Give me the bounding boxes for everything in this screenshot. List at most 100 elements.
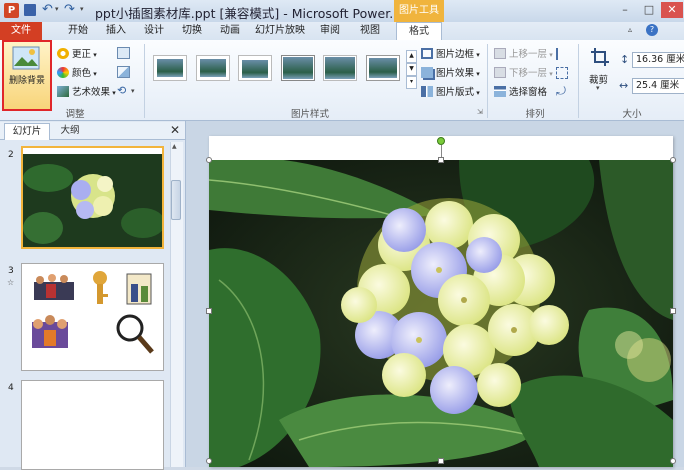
width-icon: ↔ xyxy=(619,79,629,92)
picture-tools-label: 图片工具 xyxy=(394,0,444,22)
group-separator xyxy=(487,44,488,118)
meeting-icon xyxy=(126,273,152,305)
color-label: 颜色 xyxy=(72,68,92,79)
styles-scroll-up-icon[interactable]: ▲ xyxy=(406,50,417,63)
resize-handle[interactable] xyxy=(206,458,212,464)
scroll-up-icon[interactable]: ▲ xyxy=(172,143,177,150)
close-button[interactable]: ✕ xyxy=(661,2,683,18)
rotate-handle[interactable] xyxy=(437,137,445,145)
resize-handle[interactable] xyxy=(670,157,676,163)
help-icon[interactable]: ? xyxy=(646,24,658,36)
picture-style-thumb[interactable] xyxy=(238,55,272,81)
tab-insert[interactable]: 插入 xyxy=(98,22,134,40)
picture-border-button[interactable]: 图片边框 ▾ xyxy=(421,47,480,63)
resize-handle[interactable] xyxy=(206,308,212,314)
tab-animations[interactable]: 动画 xyxy=(212,22,248,40)
tab-view[interactable]: 视图 xyxy=(352,22,388,40)
adjust-group-label: 调整 xyxy=(65,109,85,120)
tab-slideshow[interactable]: 幻灯片放映 xyxy=(252,22,308,40)
tab-design[interactable]: 设计 xyxy=(136,22,172,40)
group-separator xyxy=(578,44,579,118)
slide-thumbnail[interactable] xyxy=(21,146,164,249)
animation-star-icon: ☆ xyxy=(7,278,15,287)
reset-picture-dropdown-icon[interactable]: ▾ xyxy=(131,87,135,95)
send-backward-button[interactable]: 下移一层 ▾ xyxy=(494,66,553,82)
bring-forward-label: 上移一层 xyxy=(509,49,548,60)
customize-qat-icon[interactable]: ▾ xyxy=(80,5,84,13)
selection-pane-icon xyxy=(494,86,506,97)
tab-format[interactable]: 格式 xyxy=(396,22,442,42)
save-icon[interactable] xyxy=(24,4,36,16)
picture-styles-group-label: 图片样式 xyxy=(290,109,329,120)
slide-thumbnail[interactable] xyxy=(21,380,164,470)
corrections-label: 更正 xyxy=(72,49,92,60)
change-picture-icon[interactable] xyxy=(117,66,130,78)
group-people-icon xyxy=(32,315,68,348)
selection-pane-label: 选择窗格 xyxy=(509,87,548,98)
styles-more-icon[interactable]: ▾ xyxy=(406,76,417,89)
picture-border-icon xyxy=(421,48,433,59)
crop-icon xyxy=(590,47,610,67)
business-people-icon xyxy=(34,274,74,300)
redo-icon[interactable]: ↷ xyxy=(64,2,75,17)
tab-file[interactable]: 文件 xyxy=(0,22,42,40)
width-input[interactable]: 25.4 厘米 xyxy=(632,78,684,94)
resize-handle[interactable] xyxy=(670,308,676,314)
slide-number: 3 xyxy=(8,266,14,276)
send-backward-label: 下移一层 xyxy=(509,68,548,79)
tab-slides[interactable]: 幻灯片 xyxy=(4,123,50,140)
align-icon[interactable] xyxy=(556,48,570,60)
color-button[interactable]: 颜色 ▾ xyxy=(57,66,97,82)
tab-outline[interactable]: 大纲 xyxy=(50,123,90,139)
picture-style-thumb[interactable] xyxy=(366,55,400,81)
compress-pictures-icon[interactable] xyxy=(117,47,130,59)
resize-handle[interactable] xyxy=(206,157,212,163)
reset-picture-icon[interactable]: ⟲ xyxy=(117,85,130,97)
hydrangea-picture[interactable] xyxy=(209,160,673,467)
minimize-button[interactable]: – xyxy=(614,2,636,18)
rotate-icon[interactable]: ⤾ xyxy=(556,84,566,99)
picture-style-thumb[interactable] xyxy=(153,55,187,81)
window-title: ppt小插图素材库.ppt [兼容模式] - Microsoft Power..… xyxy=(95,6,402,21)
undo-dropdown-icon[interactable]: ▾ xyxy=(55,5,59,13)
bring-forward-button[interactable]: 上移一层 ▾ xyxy=(494,47,553,63)
picture-border-label: 图片边框 xyxy=(436,49,475,60)
artistic-effects-button[interactable]: 艺术效果 ▾ xyxy=(57,85,116,101)
app-icon[interactable]: P xyxy=(4,3,19,18)
arrange-group-label: 排列 xyxy=(525,109,545,120)
picture-style-thumb[interactable] xyxy=(281,55,315,81)
magnifier-icon xyxy=(116,314,154,354)
slide-thumbnail[interactable] xyxy=(21,263,164,371)
picture-effects-button[interactable]: 图片效果 ▾ xyxy=(421,66,480,82)
undo-icon[interactable]: ↶ xyxy=(42,2,53,17)
tab-home[interactable]: 开始 xyxy=(60,22,96,40)
tab-review[interactable]: 审阅 xyxy=(312,22,348,40)
send-backward-icon xyxy=(494,67,506,78)
resize-handle[interactable] xyxy=(438,458,444,464)
resize-handle[interactable] xyxy=(670,458,676,464)
height-input[interactable]: 16.36 厘米 xyxy=(632,52,684,68)
selection-pane-button[interactable]: 选择窗格 xyxy=(494,85,547,101)
styles-scroll-down-icon[interactable]: ▼ xyxy=(406,63,417,76)
picture-effects-icon xyxy=(421,67,433,78)
group-objects-icon[interactable] xyxy=(556,67,568,79)
crop-dropdown-icon[interactable]: ▾ xyxy=(596,84,600,92)
slide-number: 4 xyxy=(8,383,14,393)
minimize-ribbon-icon[interactable]: ▵ xyxy=(628,25,632,34)
maximize-button[interactable]: □ xyxy=(638,2,660,18)
pane-close-button[interactable]: ✕ xyxy=(168,123,182,137)
pane-scrollbar-thumb[interactable] xyxy=(171,180,181,220)
picture-styles-launcher-icon[interactable]: ⇲ xyxy=(477,108,483,116)
corrections-icon xyxy=(57,48,69,59)
corrections-button[interactable]: 更正 ▾ xyxy=(57,47,97,63)
color-icon xyxy=(57,67,69,78)
picture-style-thumb[interactable] xyxy=(196,55,230,81)
picture-style-thumb[interactable] xyxy=(323,55,357,81)
tab-transitions[interactable]: 切换 xyxy=(174,22,210,40)
size-group-label: 大小 xyxy=(622,109,642,120)
picture-layout-icon xyxy=(421,86,433,97)
resize-handle[interactable] xyxy=(438,157,444,163)
remove-background-icon xyxy=(12,46,40,70)
picture-layout-button[interactable]: 图片版式 ▾ xyxy=(421,85,480,101)
hydrangea-photo-image xyxy=(209,160,673,467)
